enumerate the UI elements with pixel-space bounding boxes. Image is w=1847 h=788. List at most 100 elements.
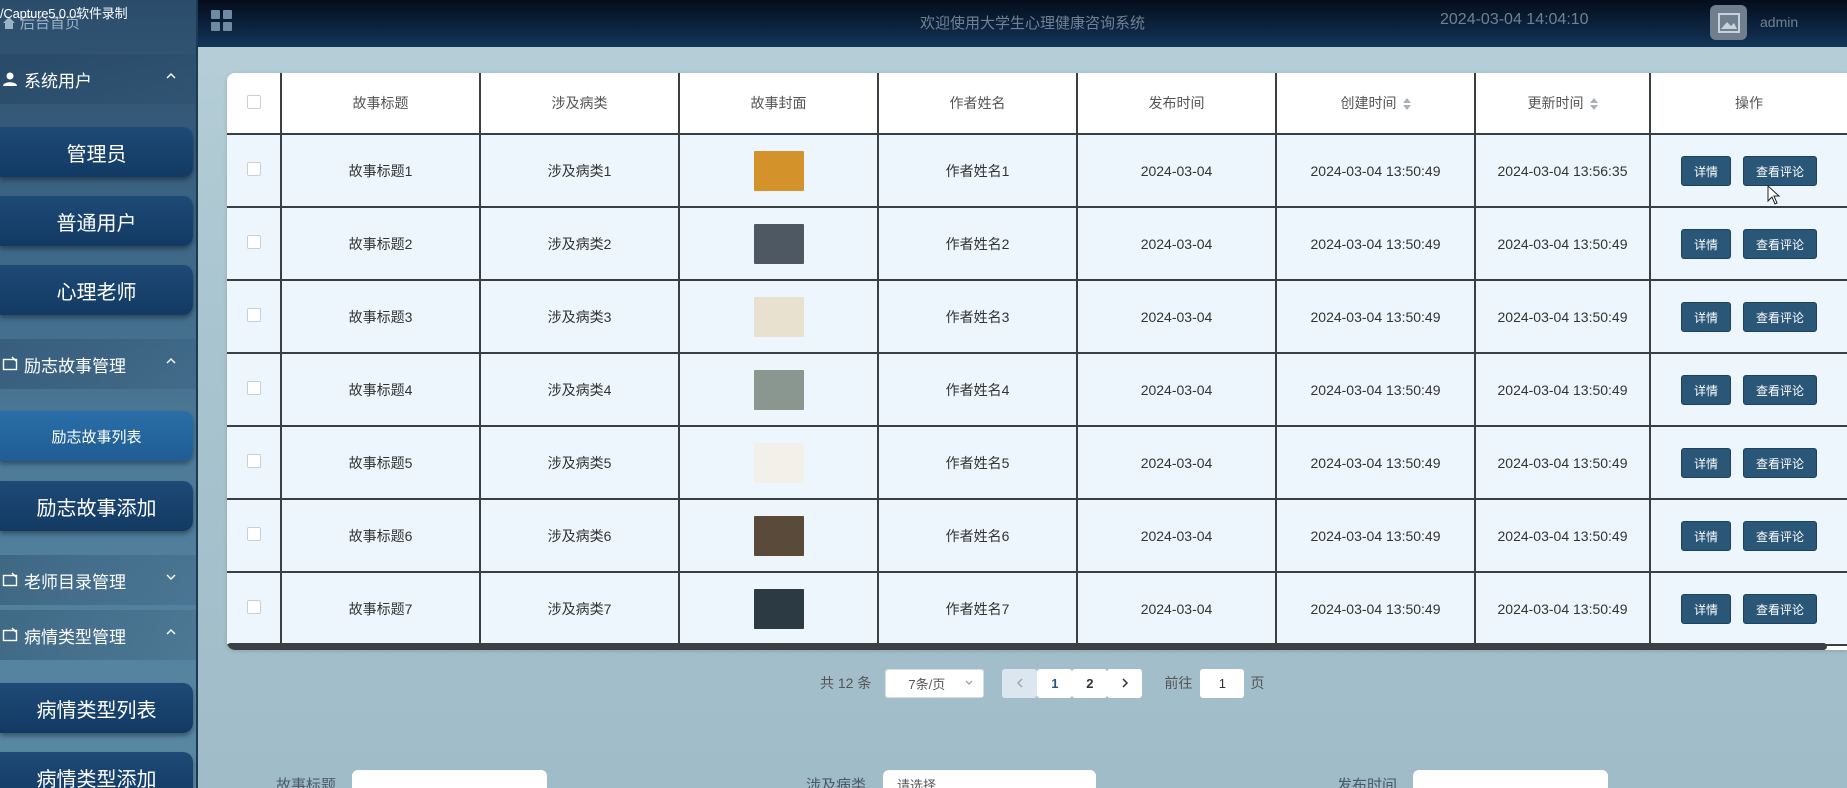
sidebar-item-story-list[interactable]: 励志故事列表	[0, 411, 193, 461]
sort-icon[interactable]	[1402, 98, 1411, 111]
story-cover-image	[753, 150, 804, 191]
published-cell: 2024-03-04	[1076, 498, 1277, 573]
published-cell: 2024-03-04	[1076, 206, 1277, 281]
detail-button[interactable]: 详情	[1680, 447, 1731, 478]
page-size-select[interactable]: 7条/页	[885, 668, 985, 698]
detail-button[interactable]: 详情	[1680, 374, 1731, 405]
row-select-cell[interactable]	[227, 206, 282, 281]
row-select-cell[interactable]	[227, 133, 282, 208]
sort-icon[interactable]	[1589, 98, 1598, 111]
row-checkbox[interactable]	[246, 600, 261, 614]
row-select-cell[interactable]	[227, 279, 282, 354]
row-checkbox[interactable]	[246, 308, 261, 322]
avatar[interactable]	[1710, 5, 1747, 40]
column-header: 操作	[1649, 73, 1847, 135]
horizontal-scrollbar[interactable]	[227, 643, 1827, 650]
sidebar-item-teacher[interactable]: 心理老师	[0, 265, 193, 315]
sidebar-group-label: 系统用户	[24, 71, 92, 92]
table-header-row: 故事标题 涉及病类 故事封面 作者姓名 发布时间 创建时间 更新时间 操作	[227, 73, 1847, 135]
table-row: 故事标题4 涉及病类4 作者姓名4 2024-03-04 2024-03-04 13:5…	[227, 352, 1847, 427]
table-row: 故事标题3 涉及病类3 作者姓名3 2024-03-04 2024-03-04 13:5…	[227, 279, 1847, 354]
view-comments-button[interactable]: 查看评论	[1743, 447, 1818, 478]
select-all-cell[interactable]	[227, 73, 282, 135]
sidebar-item-normal-user[interactable]: 普通用户	[0, 196, 193, 246]
column-header: 故事标题	[280, 73, 481, 135]
page-unit-label: 页	[1250, 675, 1265, 691]
author-cell: 作者姓名3	[877, 279, 1078, 354]
sidebar-item-story-add[interactable]: 励志故事添加	[0, 481, 193, 531]
folder-icon	[2, 627, 18, 642]
sidebar-group-story-management[interactable]: 励志故事管理	[0, 339, 198, 389]
row-checkbox[interactable]	[246, 235, 261, 249]
prev-page-button[interactable]	[1002, 668, 1038, 698]
detail-button[interactable]: 详情	[1680, 520, 1731, 551]
view-comments-button[interactable]: 查看评论	[1743, 374, 1818, 405]
username[interactable]: admin	[1760, 14, 1798, 30]
detail-button[interactable]: 详情	[1680, 228, 1731, 259]
top-bar: 欢迎使用大学生心理健康咨询系统 2024-03-04 14:04:10 admi…	[0, 0, 1847, 47]
created-cell: 2024-03-04 13:50:49	[1275, 206, 1476, 281]
page-button-1[interactable]: 1	[1037, 668, 1073, 698]
published-date-input[interactable]	[1413, 770, 1608, 788]
view-comments-button[interactable]: 查看评论	[1743, 593, 1818, 624]
view-comments-button[interactable]: 查看评论	[1743, 301, 1818, 332]
sidebar-item-admin[interactable]: 管理员	[0, 127, 193, 177]
story-title-input[interactable]	[352, 770, 547, 788]
story-title-cell: 故事标题3	[280, 279, 481, 354]
table-row: 故事标题2 涉及病类2 作者姓名2 2024-03-04 2024-03-04 13:5…	[227, 206, 1847, 281]
created-cell: 2024-03-04 13:50:49	[1275, 352, 1476, 427]
category-label: 涉及病类	[806, 776, 867, 788]
story-cover-image	[753, 296, 804, 337]
user-icon	[3, 72, 17, 86]
view-comments-button[interactable]: 查看评论	[1743, 228, 1818, 259]
author-cell: 作者姓名5	[877, 425, 1078, 500]
story-title-cell: 故事标题1	[280, 133, 481, 208]
category-select[interactable]: 请选择	[883, 770, 1096, 788]
column-header-sortable[interactable]: 创建时间	[1275, 73, 1476, 135]
author-cell: 作者姓名1	[877, 133, 1078, 208]
row-select-cell[interactable]	[227, 425, 282, 500]
author-cell: 作者姓名6	[877, 498, 1078, 573]
column-header-sortable[interactable]: 更新时间	[1474, 73, 1651, 135]
row-select-cell[interactable]	[227, 498, 282, 573]
author-cell: 作者姓名7	[877, 571, 1078, 646]
sidebar-item-label: 管理员	[66, 141, 127, 166]
row-checkbox[interactable]	[246, 454, 261, 468]
row-checkbox[interactable]	[246, 527, 261, 541]
row-select-cell[interactable]	[227, 352, 282, 427]
sidebar-group-teacher-directory[interactable]: 老师目录管理	[0, 555, 198, 605]
row-select-cell[interactable]	[227, 571, 282, 646]
category-cell: 涉及病类3	[479, 279, 680, 354]
detail-button[interactable]: 详情	[1680, 155, 1731, 186]
select-all-checkbox[interactable]	[246, 94, 261, 109]
story-title-cell: 故事标题4	[280, 352, 481, 427]
recorder-watermark: /Capture5.0.0软件录制	[0, 6, 128, 21]
view-comments-button[interactable]: 查看评论	[1743, 520, 1818, 551]
column-header: 发布时间	[1076, 73, 1277, 135]
chevron-up-icon	[166, 73, 176, 79]
next-page-button[interactable]	[1107, 668, 1143, 698]
detail-button[interactable]: 详情	[1680, 301, 1731, 332]
category-cell: 涉及病类5	[479, 425, 680, 500]
table-row: 故事标题1 涉及病类1 作者姓名1 2024-03-04 2024-03-04 13:5…	[227, 133, 1847, 208]
sidebar-item-illness-list[interactable]: 病情类型列表	[0, 683, 193, 733]
author-cell: 作者姓名4	[877, 352, 1078, 427]
row-checkbox[interactable]	[246, 162, 261, 176]
goto-page-input[interactable]: 1	[1200, 668, 1245, 698]
detail-button[interactable]: 详情	[1680, 593, 1731, 624]
updated-cell: 2024-03-04 13:50:49	[1474, 206, 1651, 281]
image-placeholder-icon	[1717, 12, 1740, 33]
created-cell: 2024-03-04 13:50:49	[1275, 133, 1476, 208]
page-button-2[interactable]: 2	[1072, 668, 1108, 698]
published-cell: 2024-03-04	[1076, 352, 1277, 427]
row-checkbox[interactable]	[246, 381, 261, 395]
view-comments-button[interactable]: 查看评论	[1743, 155, 1818, 186]
updated-cell: 2024-03-04 13:50:49	[1474, 352, 1651, 427]
sidebar-group-system-users[interactable]: 系统用户	[0, 54, 198, 104]
site-title: 欢迎使用大学生心理健康咨询系统	[920, 14, 1146, 32]
menu-grid-icon[interactable]	[211, 10, 233, 32]
sidebar-item-label: 心理老师	[56, 279, 137, 304]
sidebar-group-illness-type[interactable]: 病情类型管理	[0, 610, 198, 660]
sidebar-item-label: 病情类型列表	[36, 697, 157, 722]
actions-cell: 详情 查看评论	[1649, 279, 1847, 354]
